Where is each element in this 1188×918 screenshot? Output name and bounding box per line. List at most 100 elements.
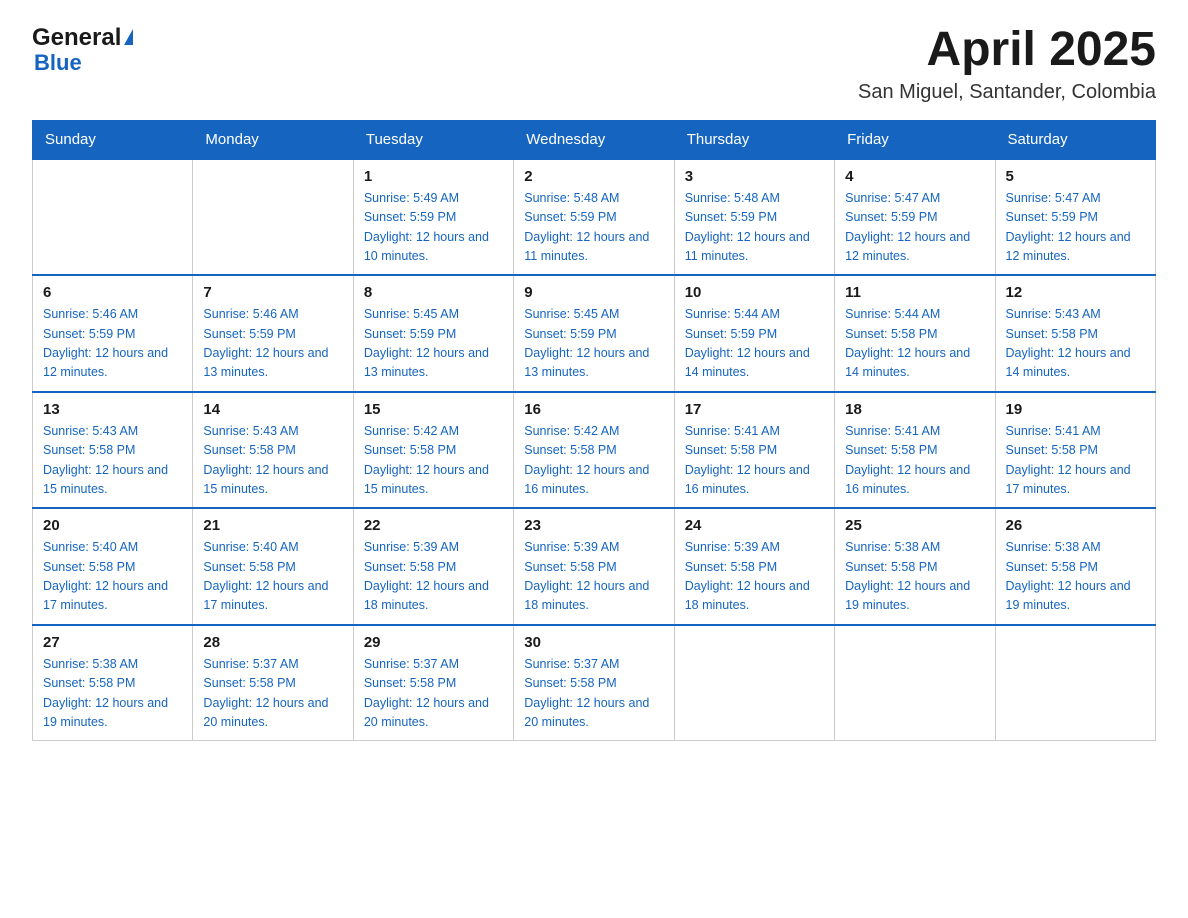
logo-blue-text: Blue: [34, 52, 82, 74]
day-number: 9: [524, 284, 663, 301]
calendar-cell: 27 Sunrise: 5:38 AMSunset: 5:58 PMDayligh…: [33, 625, 193, 741]
day-number: 26: [1006, 517, 1145, 534]
week-row-4: 20 Sunrise: 5:40 AMSunset: 5:58 PMDayligh…: [33, 508, 1156, 625]
calendar-cell: 10Sunrise: 5:44 AMSunset: 5:59 PMDayligh…: [674, 275, 834, 392]
day-info: Sunrise: 5:46 AMSunset: 5:59 PMDaylight:…: [43, 305, 182, 383]
week-row-5: 27 Sunrise: 5:38 AMSunset: 5:58 PMDayligh…: [33, 625, 1156, 741]
calendar-cell: [193, 159, 353, 276]
calendar-cell: 21 Sunrise: 5:40 AMSunset: 5:58 PMDayligh…: [193, 508, 353, 625]
day-number: 12: [1006, 284, 1145, 301]
calendar-cell: [674, 625, 834, 741]
weekday-header-sunday: Sunday: [33, 120, 193, 159]
calendar-cell: 8Sunrise: 5:45 AMSunset: 5:59 PMDaylight…: [353, 275, 513, 392]
calendar-cell: 11 Sunrise: 5:44 AMSunset: 5:58 PMDayligh…: [835, 275, 995, 392]
logo-triangle-icon: [124, 29, 133, 45]
calendar-cell: [995, 625, 1155, 741]
calendar-cell: 15 Sunrise: 5:42 AMSunset: 5:58 PMDayligh…: [353, 392, 513, 509]
calendar-cell: 1 Sunrise: 5:49 AMSunset: 5:59 PMDaylight…: [353, 159, 513, 276]
calendar-cell: 28 Sunrise: 5:37 AMSunset: 5:58 PMDayligh…: [193, 625, 353, 741]
weekday-header-row: SundayMondayTuesdayWednesdayThursdayFrid…: [33, 120, 1156, 159]
calendar-cell: 14Sunrise: 5:43 AMSunset: 5:58 PMDayligh…: [193, 392, 353, 509]
day-info: Sunrise: 5:41 AMSunset: 5:58 PMDaylight:…: [685, 422, 824, 500]
day-info: Sunrise: 5:40 AMSunset: 5:58 PMDaylight:…: [203, 538, 342, 616]
calendar-cell: 23 Sunrise: 5:39 AMSunset: 5:58 PMDayligh…: [514, 508, 674, 625]
day-number: 1: [364, 168, 503, 185]
day-number: 25: [845, 517, 984, 534]
calendar-cell: 9 Sunrise: 5:45 AMSunset: 5:59 PMDaylight…: [514, 275, 674, 392]
day-info: Sunrise: 5:47 AMSunset: 5:59 PMDaylight:…: [1006, 189, 1145, 267]
week-row-2: 6 Sunrise: 5:46 AMSunset: 5:59 PMDaylight…: [33, 275, 1156, 392]
day-info: Sunrise: 5:45 AMSunset: 5:59 PMDaylight:…: [524, 305, 663, 383]
day-info: Sunrise: 5:42 AMSunset: 5:58 PMDaylight:…: [364, 422, 503, 500]
calendar-cell: 17Sunrise: 5:41 AMSunset: 5:58 PMDayligh…: [674, 392, 834, 509]
day-info: Sunrise: 5:42 AMSunset: 5:58 PMDaylight:…: [524, 422, 663, 500]
weekday-header-friday: Friday: [835, 120, 995, 159]
day-number: 19: [1006, 401, 1145, 418]
day-number: 22: [364, 517, 503, 534]
day-number: 24: [685, 517, 824, 534]
day-info: Sunrise: 5:41 AMSunset: 5:58 PMDaylight:…: [845, 422, 984, 500]
day-info: Sunrise: 5:44 AMSunset: 5:58 PMDaylight:…: [845, 305, 984, 383]
day-number: 13: [43, 401, 182, 418]
day-number: 15: [364, 401, 503, 418]
day-number: 29: [364, 634, 503, 651]
day-info: Sunrise: 5:48 AMSunset: 5:59 PMDaylight:…: [685, 189, 824, 267]
weekday-header-thursday: Thursday: [674, 120, 834, 159]
day-info: Sunrise: 5:37 AMSunset: 5:58 PMDaylight:…: [524, 655, 663, 733]
day-number: 18: [845, 401, 984, 418]
calendar-cell: 25Sunrise: 5:38 AMSunset: 5:58 PMDayligh…: [835, 508, 995, 625]
day-number: 28: [203, 634, 342, 651]
day-number: 14: [203, 401, 342, 418]
day-number: 27: [43, 634, 182, 651]
day-number: 6: [43, 284, 182, 301]
day-info: Sunrise: 5:43 AMSunset: 5:58 PMDaylight:…: [43, 422, 182, 500]
day-info: Sunrise: 5:37 AMSunset: 5:58 PMDaylight:…: [203, 655, 342, 733]
calendar-cell: 16 Sunrise: 5:42 AMSunset: 5:58 PMDayligh…: [514, 392, 674, 509]
calendar-cell: 24Sunrise: 5:39 AMSunset: 5:58 PMDayligh…: [674, 508, 834, 625]
location-title: San Miguel, Santander, Colombia: [858, 81, 1156, 104]
weekday-header-monday: Monday: [193, 120, 353, 159]
calendar-cell: 3Sunrise: 5:48 AMSunset: 5:59 PMDaylight…: [674, 159, 834, 276]
day-info: Sunrise: 5:45 AMSunset: 5:59 PMDaylight:…: [364, 305, 503, 383]
calendar-cell: 7 Sunrise: 5:46 AMSunset: 5:59 PMDaylight…: [193, 275, 353, 392]
day-number: 7: [203, 284, 342, 301]
month-title: April 2025: [858, 24, 1156, 77]
calendar-cell: [33, 159, 193, 276]
weekday-header-saturday: Saturday: [995, 120, 1155, 159]
calendar-cell: 4 Sunrise: 5:47 AMSunset: 5:59 PMDaylight…: [835, 159, 995, 276]
day-info: Sunrise: 5:46 AMSunset: 5:59 PMDaylight:…: [203, 305, 342, 383]
week-row-1: 1 Sunrise: 5:49 AMSunset: 5:59 PMDaylight…: [33, 159, 1156, 276]
weekday-header-tuesday: Tuesday: [353, 120, 513, 159]
title-area: April 2025 San Miguel, Santander, Colomb…: [858, 24, 1156, 104]
day-info: Sunrise: 5:37 AMSunset: 5:58 PMDaylight:…: [364, 655, 503, 733]
day-info: Sunrise: 5:47 AMSunset: 5:59 PMDaylight:…: [845, 189, 984, 267]
calendar-cell: 19Sunrise: 5:41 AMSunset: 5:58 PMDayligh…: [995, 392, 1155, 509]
calendar-cell: 29 Sunrise: 5:37 AMSunset: 5:58 PMDayligh…: [353, 625, 513, 741]
day-info: Sunrise: 5:49 AMSunset: 5:59 PMDaylight:…: [364, 189, 503, 267]
day-number: 20: [43, 517, 182, 534]
calendar-cell: 6 Sunrise: 5:46 AMSunset: 5:59 PMDaylight…: [33, 275, 193, 392]
day-number: 23: [524, 517, 663, 534]
calendar-cell: 12 Sunrise: 5:43 AMSunset: 5:58 PMDayligh…: [995, 275, 1155, 392]
day-number: 11: [845, 284, 984, 301]
calendar-cell: 18 Sunrise: 5:41 AMSunset: 5:58 PMDayligh…: [835, 392, 995, 509]
calendar-cell: [835, 625, 995, 741]
day-number: 10: [685, 284, 824, 301]
day-number: 4: [845, 168, 984, 185]
calendar-cell: 22 Sunrise: 5:39 AMSunset: 5:58 PMDayligh…: [353, 508, 513, 625]
logo-general-text: General: [32, 24, 121, 52]
header: General Blue April 2025 San Miguel, Sant…: [32, 24, 1156, 104]
calendar-cell: 2Sunrise: 5:48 AMSunset: 5:59 PMDaylight…: [514, 159, 674, 276]
day-info: Sunrise: 5:38 AMSunset: 5:58 PMDaylight:…: [43, 655, 182, 733]
day-info: Sunrise: 5:39 AMSunset: 5:58 PMDaylight:…: [364, 538, 503, 616]
calendar-table: SundayMondayTuesdayWednesdayThursdayFrid…: [32, 120, 1156, 742]
logo: General Blue: [32, 24, 133, 74]
day-info: Sunrise: 5:39 AMSunset: 5:58 PMDaylight:…: [524, 538, 663, 616]
calendar-cell: 20Sunrise: 5:40 AMSunset: 5:58 PMDayligh…: [33, 508, 193, 625]
day-number: 16: [524, 401, 663, 418]
day-info: Sunrise: 5:43 AMSunset: 5:58 PMDaylight:…: [1006, 305, 1145, 383]
week-row-3: 13 Sunrise: 5:43 AMSunset: 5:58 PMDayligh…: [33, 392, 1156, 509]
calendar-cell: 30Sunrise: 5:37 AMSunset: 5:58 PMDayligh…: [514, 625, 674, 741]
day-info: Sunrise: 5:38 AMSunset: 5:58 PMDaylight:…: [1006, 538, 1145, 616]
day-number: 21: [203, 517, 342, 534]
